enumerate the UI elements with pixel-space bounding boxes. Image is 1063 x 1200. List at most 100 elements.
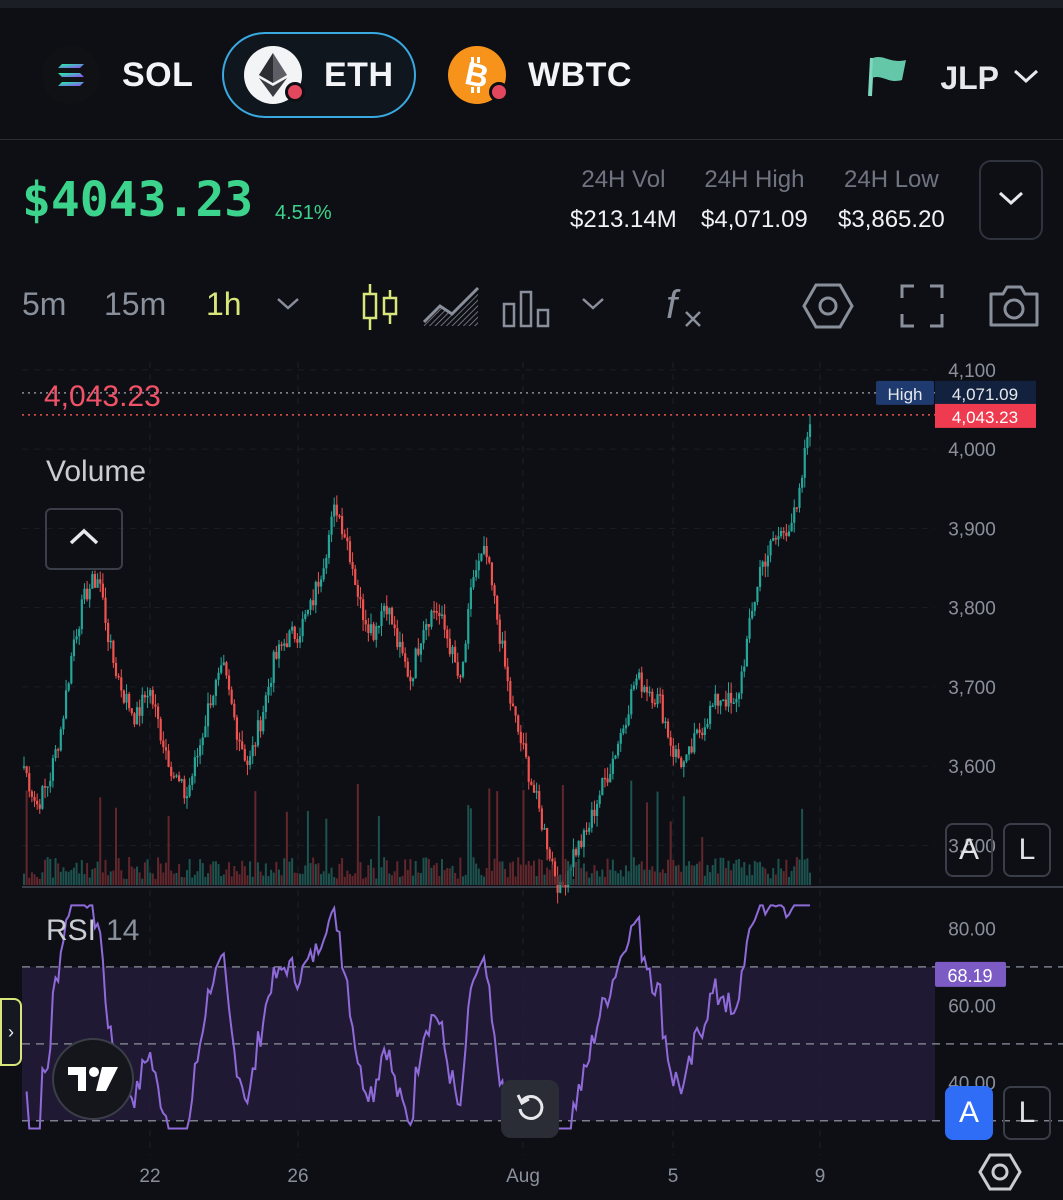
candle-body bbox=[270, 682, 273, 687]
volume-bar bbox=[456, 878, 459, 885]
volume-bar bbox=[185, 870, 188, 885]
price-chart[interactable]: 4,1004,0003,9003,8003,7003,6003,500High 4… bbox=[0, 0, 1063, 1200]
candle-body bbox=[785, 532, 788, 536]
volume-bar bbox=[115, 807, 118, 885]
volume-bar bbox=[575, 861, 578, 885]
volume-bar bbox=[480, 874, 483, 885]
volume-bar bbox=[624, 865, 627, 885]
reset-chart-button[interactable] bbox=[501, 1080, 559, 1138]
candle-body bbox=[740, 671, 743, 694]
volume-bar bbox=[656, 791, 659, 885]
axis-settings-button[interactable] bbox=[978, 1150, 1022, 1194]
candle-body bbox=[477, 560, 480, 571]
candle-body bbox=[340, 516, 344, 535]
candle-body bbox=[133, 713, 136, 725]
auto-scale-button[interactable]: A bbox=[945, 823, 993, 877]
candle-body bbox=[125, 693, 128, 703]
volume-bar bbox=[312, 857, 315, 885]
candle-body bbox=[766, 555, 770, 567]
candle-body bbox=[348, 541, 352, 562]
volume-bar bbox=[178, 863, 181, 885]
rsi-value-tag-label: 68.19 bbox=[947, 966, 992, 986]
candle-body bbox=[183, 779, 186, 799]
volume-bar bbox=[138, 872, 141, 885]
volume-bar bbox=[651, 866, 654, 885]
candle-body bbox=[756, 586, 759, 603]
candle-body bbox=[601, 777, 604, 796]
candle-body bbox=[30, 791, 33, 797]
volume-bar bbox=[603, 877, 606, 885]
candle-body bbox=[338, 515, 341, 517]
candle-body bbox=[724, 699, 727, 707]
volume-bar bbox=[241, 860, 244, 885]
candle-body bbox=[128, 693, 131, 709]
volume-bar bbox=[467, 805, 470, 885]
candle-body bbox=[730, 692, 733, 703]
volume-bar bbox=[335, 878, 338, 885]
volume-bar bbox=[38, 878, 41, 885]
volume-bar bbox=[711, 865, 714, 885]
volume-bar bbox=[214, 861, 217, 885]
volume-bar bbox=[659, 872, 662, 885]
candle-body bbox=[99, 579, 102, 584]
volume-bar bbox=[688, 861, 691, 885]
candle-body bbox=[162, 740, 165, 748]
rsi-log-scale-button[interactable]: L bbox=[1003, 1086, 1051, 1140]
candle-body bbox=[193, 757, 196, 777]
candle-body bbox=[369, 624, 373, 634]
candle-body bbox=[196, 755, 199, 758]
volume-bar bbox=[277, 869, 280, 885]
volume-bar bbox=[527, 861, 530, 885]
volume-bar bbox=[117, 858, 120, 885]
volume-bar bbox=[391, 875, 394, 885]
candle-body bbox=[85, 588, 89, 600]
candle-body bbox=[524, 743, 528, 757]
candle-body bbox=[335, 504, 338, 516]
candle-body bbox=[277, 644, 281, 659]
volume-bar bbox=[567, 861, 570, 885]
candle-body bbox=[782, 531, 785, 533]
volume-bar bbox=[233, 865, 236, 885]
volume-bar bbox=[377, 816, 380, 885]
volume-bar bbox=[483, 876, 486, 885]
volume-bar bbox=[209, 864, 212, 885]
candle-body bbox=[43, 786, 47, 788]
rsi-tick-label: 80.00 bbox=[948, 919, 996, 940]
volume-bar bbox=[514, 876, 517, 885]
candle-body bbox=[114, 662, 118, 676]
candle-body bbox=[635, 678, 638, 686]
candle-body bbox=[230, 689, 233, 704]
volume-bar bbox=[136, 866, 139, 885]
rsi-auto-scale-button[interactable]: A bbox=[945, 1086, 993, 1140]
candle-body bbox=[722, 699, 725, 702]
volume-bar bbox=[703, 875, 706, 885]
candle-body bbox=[362, 599, 365, 621]
volume-bar bbox=[672, 859, 675, 885]
volume-bar bbox=[685, 865, 688, 885]
volume-bar bbox=[369, 859, 372, 885]
candle-body bbox=[393, 624, 396, 629]
candle-body bbox=[779, 531, 783, 537]
volume-bar bbox=[780, 868, 783, 885]
volume-bar bbox=[393, 871, 396, 885]
volume-bar bbox=[225, 869, 228, 885]
volume-bar bbox=[722, 857, 725, 885]
collapse-volume-button[interactable] bbox=[45, 508, 123, 570]
volume-bar bbox=[493, 858, 496, 885]
volume-bar bbox=[78, 873, 81, 885]
volume-bar bbox=[51, 877, 54, 885]
volume-bar bbox=[375, 878, 378, 885]
candle-body bbox=[680, 757, 683, 767]
candle-body bbox=[164, 747, 168, 751]
volume-bar bbox=[46, 857, 49, 885]
rsi-period: 14 bbox=[106, 914, 140, 947]
candle-body bbox=[151, 690, 154, 705]
rsi-tick-label: 60.00 bbox=[948, 996, 996, 1017]
sidebar-toggle-handle[interactable]: › bbox=[0, 998, 22, 1066]
candle-body bbox=[214, 679, 217, 696]
volume-bar bbox=[170, 870, 173, 885]
candle-body bbox=[385, 605, 388, 615]
candle-body bbox=[714, 693, 717, 706]
log-scale-button[interactable]: L bbox=[1003, 823, 1051, 877]
tradingview-logo[interactable] bbox=[52, 1038, 134, 1120]
